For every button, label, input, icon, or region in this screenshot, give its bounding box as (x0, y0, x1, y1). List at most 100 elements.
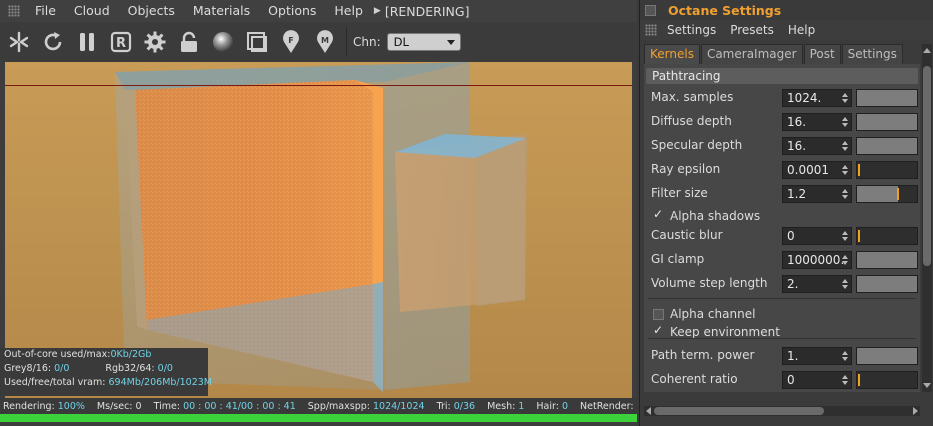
slider-handle[interactable] (896, 188, 899, 200)
path-term-power-slider[interactable] (856, 347, 918, 365)
path-term-power-field[interactable]: 1. (782, 347, 852, 365)
scroll-up-icon[interactable] (923, 48, 931, 53)
caustic-blur-field[interactable]: 0 (782, 227, 852, 245)
gi-clamp-field[interactable]: 1000000. (782, 251, 852, 269)
checkbox-label: Alpha channel (670, 307, 756, 321)
slider-handle[interactable] (858, 164, 860, 176)
menu-settings[interactable]: Settings (663, 23, 726, 37)
tab-post[interactable]: Post (803, 44, 841, 64)
menu-file[interactable]: File (26, 0, 65, 22)
spinner-arrows-icon[interactable] (842, 165, 848, 175)
region-render-icon[interactable]: R (106, 27, 136, 57)
send-to-viewport-icon[interactable] (4, 27, 34, 57)
param-row-filter-size: Filter size 1.2 (644, 182, 920, 206)
rgb-value: 0/0 (157, 363, 173, 374)
param-label: Filter size (651, 186, 708, 200)
caustic-blur-slider[interactable] (856, 227, 918, 245)
grip-icon[interactable] (8, 5, 20, 17)
render-status: [RENDERING] (384, 3, 470, 19)
spinner-arrows-icon[interactable] (842, 141, 848, 151)
window-toggle-checkbox[interactable] (645, 4, 656, 16)
alpha-channel-checkbox[interactable] (653, 309, 664, 320)
gi-clamp-slider[interactable] (856, 251, 918, 269)
scroll-down-icon[interactable] (923, 383, 931, 388)
menu-presets[interactable]: Presets (726, 23, 784, 37)
max-samples-field[interactable]: 1024. (782, 89, 852, 107)
param-row-max-samples: Max. samples 1024. (644, 86, 920, 110)
section-header-pathtracing[interactable]: Pathtracing (646, 68, 918, 84)
param-label: Specular depth (651, 138, 743, 152)
spinner-arrows-icon[interactable] (842, 351, 848, 361)
scroll-left-icon[interactable] (646, 407, 651, 415)
param-label: Diffuse depth (651, 114, 732, 128)
max-samples-slider[interactable] (856, 89, 918, 107)
menu-options[interactable]: Options (259, 0, 325, 22)
spp-label: Spp/maxspp: (307, 400, 370, 412)
slider-handle[interactable] (858, 230, 860, 242)
slider-handle[interactable] (858, 374, 860, 386)
scroll-right-icon[interactable] (913, 407, 918, 415)
checkmark-icon[interactable]: ✓ (653, 207, 663, 221)
checkmark-icon[interactable]: ✓ (653, 323, 663, 337)
out-of-core-row: Out-of-core used/max: 0Kb/2Gb (0, 348, 208, 362)
channel-label: Chn: (353, 35, 381, 49)
settings-gear-icon[interactable] (140, 27, 170, 57)
tab-cameraimager[interactable]: CameraImager (700, 44, 803, 64)
grip-icon[interactable] (645, 24, 657, 36)
material-picker-icon[interactable]: M (310, 27, 340, 57)
spinner-arrows-icon[interactable] (842, 279, 848, 289)
ms-label: Ms/sec: (96, 400, 133, 412)
lock-icon[interactable] (174, 27, 204, 57)
menu-cloud[interactable]: Cloud (65, 0, 119, 22)
diffuse-depth-slider[interactable] (856, 113, 918, 131)
specular-depth-slider[interactable] (856, 137, 918, 155)
restart-icon[interactable] (38, 27, 68, 57)
tab-kernels[interactable]: Kernels (644, 44, 700, 64)
spinner-arrows-icon[interactable] (842, 189, 848, 199)
spinner-arrows-icon[interactable] (842, 255, 848, 265)
spp-value: 1024/1024 (373, 400, 425, 412)
alpha-shadows-checkbox-row[interactable]: ✓ Alpha shadows (644, 207, 920, 226)
param-row-gi-clamp: GI clamp 1000000. (644, 248, 920, 272)
vertical-scrollbar[interactable] (922, 44, 932, 392)
rendering-label: Rendering: (3, 400, 55, 412)
pause-icon[interactable] (72, 27, 102, 57)
menu-objects[interactable]: Objects (119, 0, 184, 22)
ray-epsilon-field[interactable]: 0.0001 (782, 161, 852, 179)
keep-environment-checkbox-row[interactable]: ✓ Keep environment (644, 323, 920, 342)
settings-titlebar: Octane Settings (640, 0, 933, 20)
menu-expand-arrow-icon[interactable]: ▶ (372, 6, 385, 16)
param-label: Max. samples (651, 90, 734, 104)
scroll-thumb[interactable] (654, 407, 824, 415)
filter-size-slider[interactable] (856, 185, 918, 203)
channel-select[interactable]: DL (386, 33, 461, 51)
diffuse-depth-field[interactable]: 16. (782, 113, 852, 131)
horizontal-scrollbar[interactable] (644, 406, 920, 416)
filter-size-field[interactable]: 1.2 (782, 185, 852, 203)
scroll-thumb[interactable] (923, 66, 931, 266)
param-row-volume-step-length: Volume step length 2. (644, 272, 920, 296)
tab-settings[interactable]: Settings (841, 44, 903, 64)
param-row-coherent-ratio: Coherent ratio 0 (644, 368, 920, 392)
coherent-ratio-field[interactable]: 0 (782, 371, 852, 389)
menu-materials[interactable]: Materials (184, 0, 259, 22)
param-label: Volume step length (651, 276, 768, 290)
volume-step-length-field[interactable]: 2. (782, 275, 852, 293)
volume-step-length-slider[interactable] (856, 275, 918, 293)
material-sphere-icon[interactable] (208, 27, 238, 57)
spinner-arrows-icon[interactable] (842, 231, 848, 241)
checkbox-label: Keep environment (670, 325, 780, 339)
coherent-ratio-slider[interactable] (856, 371, 918, 389)
menu-help[interactable]: Help (784, 23, 825, 37)
focus-picker-icon[interactable]: F (276, 27, 306, 57)
spinner-arrows-icon[interactable] (842, 375, 848, 385)
specular-depth-field[interactable]: 16. (782, 137, 852, 155)
alpha-channel-checkbox-row[interactable]: Alpha channel (644, 306, 920, 324)
ray-epsilon-slider[interactable] (856, 161, 918, 179)
spinner-arrows-icon[interactable] (842, 117, 848, 127)
film-region-icon[interactable] (242, 27, 272, 57)
slider-fill (857, 138, 917, 154)
menu-help[interactable]: Help (325, 0, 372, 22)
spinner-arrows-icon[interactable] (842, 93, 848, 103)
viewer-menubar: File Cloud Objects Materials Options Hel… (0, 0, 637, 22)
